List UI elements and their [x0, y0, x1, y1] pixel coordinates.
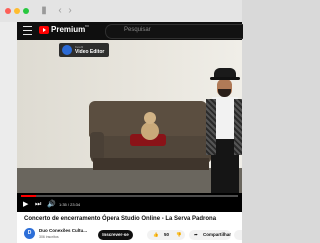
youtube-logo-icon[interactable]: [39, 26, 49, 34]
youtube-logo-text[interactable]: Premium: [51, 25, 85, 34]
region-label: BR: [85, 24, 90, 28]
share-label: Compartilhar: [203, 232, 232, 237]
search-input[interactable]: Pesquisar: [105, 24, 243, 39]
progress-fill: [21, 195, 37, 197]
forward-icon[interactable]: ›: [64, 5, 76, 17]
time-display: 1:35 / 23:34: [59, 202, 81, 207]
video-frame: [17, 40, 242, 193]
sidebar-icon[interactable]: ▮: [38, 5, 50, 17]
card-title: Video Editor: [75, 49, 105, 55]
maximize-window-button[interactable]: [23, 8, 29, 14]
thumbs-down-icon[interactable]: 👎: [176, 230, 182, 240]
subscriber-count: 306 inscritos: [39, 235, 59, 239]
channel-name[interactable]: Duo Conexões Cultu...: [39, 228, 87, 233]
channel-avatar[interactable]: D: [24, 228, 35, 239]
thumbs-up-icon: 👍: [153, 232, 159, 237]
watermark-card[interactable]: Kewl3 Video Editor: [59, 43, 109, 57]
close-window-button[interactable]: [5, 8, 11, 14]
search-placeholder: Pesquisar: [124, 27, 151, 33]
next-icon[interactable]: ⏭: [35, 201, 41, 209]
teddy-bear: [140, 112, 160, 140]
card-avatar: [62, 45, 72, 55]
video-player[interactable]: Kewl3 Video Editor ▶ ⏭ 🔊 1:35 / 23:34: [17, 40, 242, 212]
share-icon: ➦: [194, 232, 198, 237]
browser-titlebar: ▮ ‹ ›: [0, 0, 242, 22]
progress-bar[interactable]: [21, 195, 238, 197]
share-button[interactable]: ➦ Compartilhar: [189, 230, 231, 240]
like-count: 50: [164, 232, 170, 237]
youtube-header: Premium BR Pesquisar: [17, 22, 243, 40]
play-icon[interactable]: ▶: [23, 201, 28, 209]
menu-icon[interactable]: [23, 26, 32, 35]
subscribe-button[interactable]: Inscrever-se: [98, 230, 133, 240]
performer: [205, 68, 242, 193]
volume-icon[interactable]: 🔊: [47, 201, 56, 209]
player-controls: ▶ ⏭ 🔊 1:35 / 23:34: [17, 193, 242, 212]
like-button[interactable]: 👍 50 👎: [147, 230, 185, 240]
video-info: Concerto de encerramento Ópera Studio On…: [17, 212, 242, 243]
more-actions-button[interactable]: [234, 230, 242, 240]
browser-window: ▮ ‹ › Premium BR Pesquisar Kewl3 Video E…: [0, 0, 243, 243]
minimize-window-button[interactable]: [14, 8, 20, 14]
video-title: Concerto de encerramento Ópera Studio On…: [24, 216, 217, 222]
